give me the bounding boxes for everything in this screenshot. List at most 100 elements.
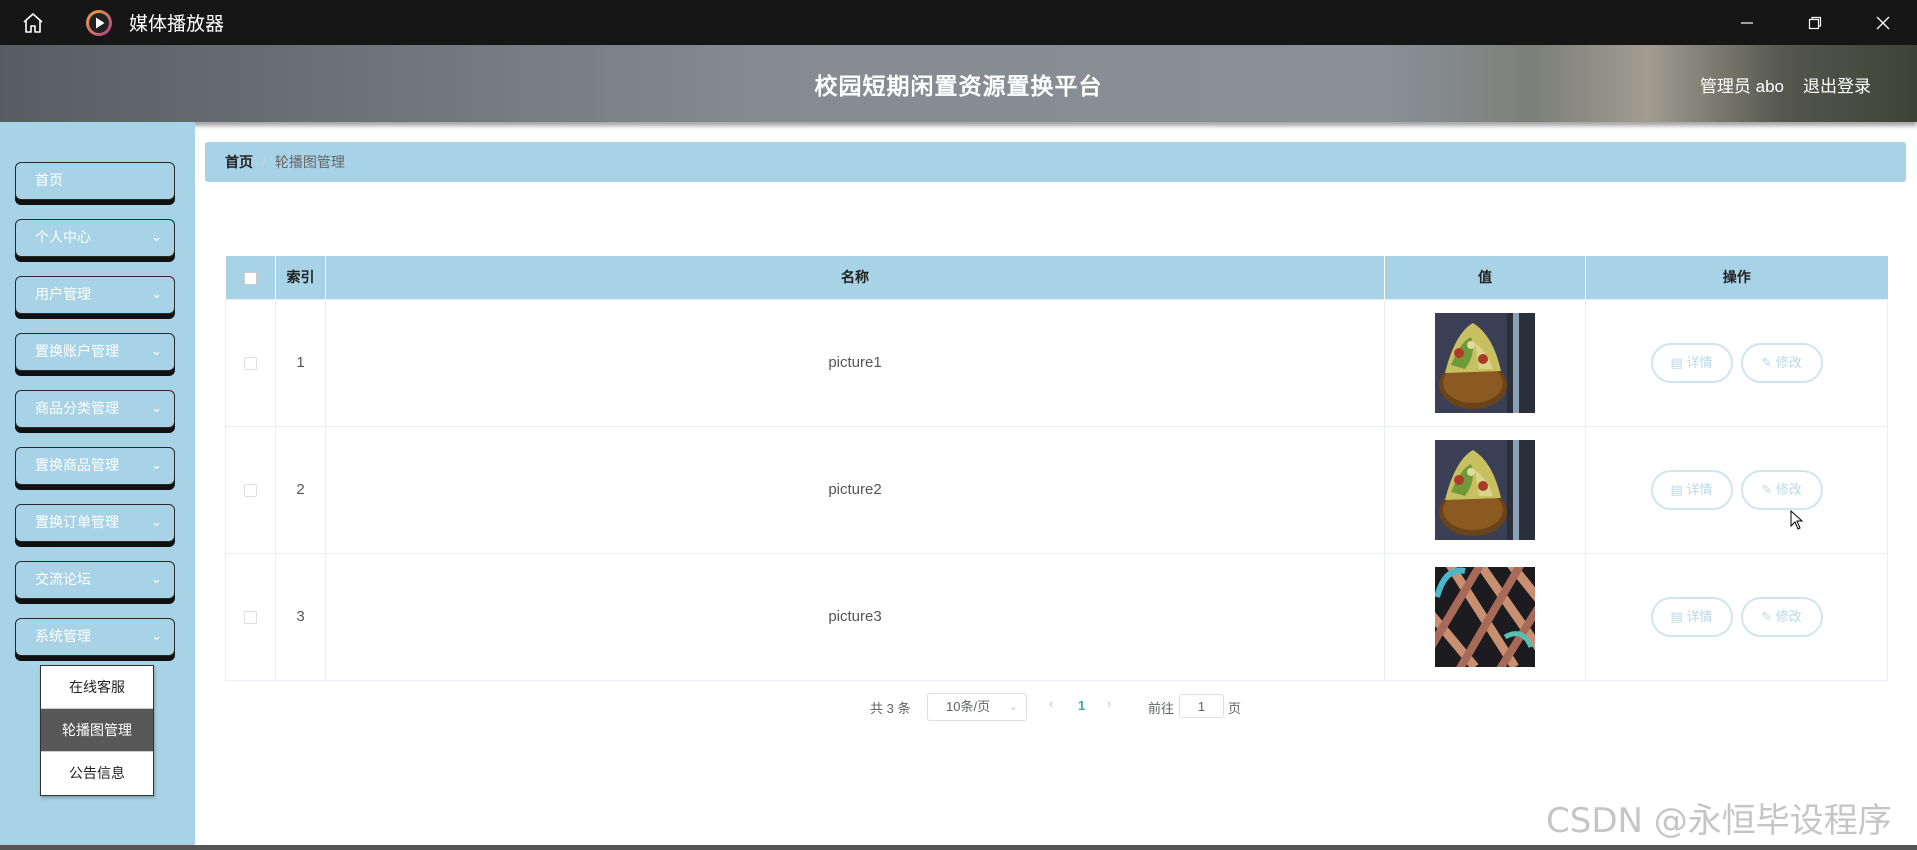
select-all-header (225, 256, 276, 299)
page-size-select[interactable]: 10条/页 ⌄ (927, 693, 1027, 721)
mural-image (1435, 566, 1535, 667)
goto-label: 前往 (1148, 701, 1175, 716)
sidebar-item-user-management[interactable]: 用户管理 ⌄ (15, 276, 175, 314)
index-header: 索引 (275, 256, 326, 299)
next-page-icon[interactable]: › (1107, 696, 1111, 711)
edit-label: 修改 (1775, 481, 1802, 497)
detail-button[interactable]: ▤ 详情 (1650, 342, 1733, 383)
row-ops: ▤ 详情 ✎ 修改 (1585, 298, 1888, 427)
sidebar-item-personal-center[interactable]: 个人中心 ⌄ (15, 219, 175, 257)
breadcrumb-home[interactable]: 首页 (225, 152, 253, 172)
row-image-cell (1384, 552, 1586, 681)
chevron-down-icon: ⌄ (151, 229, 162, 244)
watermark: CSDN @永恒毕设程序 (1546, 801, 1892, 841)
chevron-down-icon: ⌄ (151, 343, 162, 358)
row-index: 2 (275, 425, 326, 554)
row-image-cell (1384, 298, 1586, 427)
page-size-value: 10条/页 (946, 699, 991, 714)
breadcrumb-separator: / (262, 154, 266, 170)
row-name: picture3 (325, 552, 1385, 681)
app-title: 媒体播放器 (129, 14, 225, 35)
pagination: 共 3 条 10条/页 ⌄ ‹ 1 › 前往 页 (0, 693, 1917, 723)
value-header: 值 (1384, 256, 1586, 299)
window-controls (1713, 0, 1917, 45)
row-name: picture1 (325, 298, 1385, 427)
sidebar-item-exchange-account[interactable]: 置换账户管理 ⌄ (15, 333, 175, 371)
bottom-border (0, 845, 1917, 850)
chevron-down-icon: ⌄ (151, 457, 162, 472)
detail-label: 详情 (1686, 481, 1713, 497)
site-header: 校园短期闲置资源置换平台 管理员 abo 退出登录 (0, 45, 1917, 122)
restore-icon[interactable] (1781, 0, 1849, 45)
detail-label: 详情 (1686, 354, 1713, 370)
breadcrumb-current: 轮播图管理 (274, 154, 345, 170)
sidebar-item-label: 交流论坛 (35, 571, 91, 587)
table-row: 3 picture3 ▤ 详情 ✎ 修改 (225, 552, 1888, 681)
ops-header: 操作 (1585, 256, 1888, 299)
row-image-cell (1384, 425, 1586, 554)
close-icon[interactable] (1849, 0, 1917, 45)
system-submenu: 在线客服 轮播图管理 公告信息 (40, 665, 154, 796)
chevron-down-icon: ⌄ (1008, 701, 1018, 713)
logout-link[interactable]: 退出登录 (1803, 72, 1871, 97)
carousel-table: 索引 名称 值 操作 1 picture1 ▤ 详情 ✎ 修改 2 pictur… (225, 256, 1888, 681)
row-name: picture2 (325, 425, 1385, 554)
submenu-item-announcements[interactable]: 公告信息 (41, 752, 153, 795)
detail-button[interactable]: ▤ 详情 (1650, 596, 1733, 637)
media-player-icon (85, 9, 113, 37)
row-index: 3 (275, 552, 326, 681)
chevron-down-icon: ⌄ (151, 400, 162, 415)
chevron-down-icon: ⌄ (151, 571, 162, 586)
row-select-cell (225, 425, 276, 554)
sidebar-item-label: 置换商品管理 (35, 457, 119, 473)
table-row: 1 picture1 ▤ 详情 ✎ 修改 (225, 298, 1888, 427)
mouse-cursor-icon (1790, 509, 1804, 535)
sidebar-item-label: 用户管理 (35, 286, 91, 302)
home-icon[interactable] (0, 0, 66, 45)
row-checkbox[interactable] (244, 610, 257, 624)
sidebar-item-category-management[interactable]: 商品分类管理 ⌄ (15, 390, 175, 428)
table-row: 2 picture2 ▤ 详情 ✎ 修改 (225, 425, 1888, 554)
chevron-down-icon: ⌄ (151, 514, 162, 529)
row-select-cell (225, 298, 276, 427)
site-title: 校园短期闲置资源置换平台 (814, 73, 1103, 99)
sidebar-item-label: 个人中心 (35, 229, 91, 245)
row-ops: ▤ 详情 ✎ 修改 (1585, 552, 1888, 681)
row-checkbox[interactable] (244, 483, 257, 497)
select-all-checkbox[interactable] (243, 272, 257, 286)
page-unit-label: 页 (1228, 701, 1242, 716)
row-ops: ▤ 详情 ✎ 修改 (1585, 425, 1888, 554)
breadcrumb: 首页 / 轮播图管理 (205, 142, 1906, 182)
detail-button[interactable]: ▤ 详情 (1650, 469, 1733, 510)
sidebar-item-exchange-orders[interactable]: 置换订单管理 ⌄ (15, 504, 175, 542)
edit-button[interactable]: ✎ 修改 (1740, 596, 1823, 637)
row-index: 1 (275, 298, 326, 427)
sidebar-item-label: 置换订单管理 (35, 514, 119, 530)
goto-page-input[interactable] (1179, 694, 1224, 718)
admin-label: 管理员 abo (1699, 77, 1784, 96)
chevron-down-icon: ⌄ (151, 628, 162, 643)
name-header: 名称 (325, 256, 1385, 299)
row-select-cell (225, 552, 276, 681)
row-checkbox[interactable] (244, 356, 257, 370)
edit-button[interactable]: ✎ 修改 (1740, 342, 1823, 383)
total-count: 共 3 条 (870, 701, 911, 716)
sidebar-item-system-management[interactable]: 系统管理 ⌄ (15, 618, 175, 656)
detail-label: 详情 (1686, 608, 1713, 624)
sidebar-item-home[interactable]: 首页 (15, 162, 175, 200)
minimize-icon[interactable] (1713, 0, 1781, 45)
sidebar-item-label: 商品分类管理 (35, 400, 119, 416)
edit-label: 修改 (1775, 354, 1802, 370)
food-bowl-image (1435, 439, 1535, 540)
edit-label: 修改 (1775, 608, 1802, 624)
title-bar: 媒体播放器 (0, 0, 1917, 45)
page-number[interactable]: 1 (1078, 698, 1085, 713)
sidebar-item-exchange-goods[interactable]: 置换商品管理 ⌄ (15, 447, 175, 485)
sidebar-item-forum[interactable]: 交流论坛 ⌄ (15, 561, 175, 599)
edit-button[interactable]: ✎ 修改 (1740, 469, 1823, 510)
table-header-row: 索引 名称 值 操作 (225, 256, 1888, 299)
chevron-down-icon: ⌄ (151, 286, 162, 301)
sidebar-item-label: 系统管理 (35, 628, 91, 644)
prev-page-icon[interactable]: ‹ (1049, 696, 1053, 711)
sidebar-item-label: 置换账户管理 (35, 343, 119, 359)
